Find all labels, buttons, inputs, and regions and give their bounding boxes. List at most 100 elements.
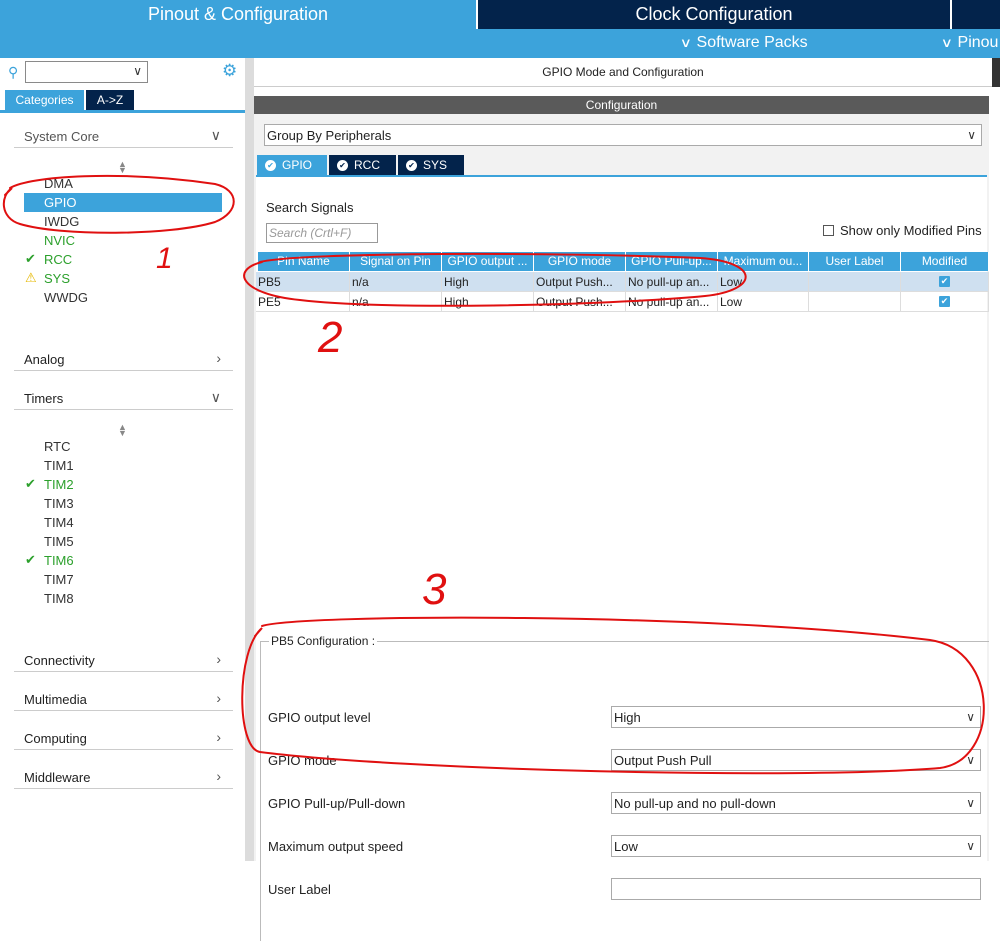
chevron-down-icon: ∨ — [940, 35, 953, 50]
pinout-menu[interactable]: ∨ Pinou — [940, 34, 999, 52]
sort-icon[interactable]: ▲ ▼ — [118, 160, 127, 175]
sidebar-item-rtc[interactable]: RTC — [24, 437, 222, 456]
table-cell: ✔ — [901, 292, 989, 312]
sidebar-item-label: TIM2 — [44, 477, 74, 492]
group-label: Multimedia — [24, 692, 87, 707]
column-header[interactable]: GPIO mode — [534, 252, 626, 271]
table-cell: No pull-up an... — [626, 272, 718, 292]
group-analog[interactable]: Analog › — [14, 349, 233, 371]
tab-sys[interactable]: ✔ SYS — [398, 155, 464, 175]
pb5-config-title: PB5 Configuration : — [269, 634, 378, 648]
panel-splitter[interactable] — [245, 58, 254, 861]
field-value: High — [614, 710, 641, 725]
chevron-right-icon: › — [216, 690, 221, 706]
show-modified-toggle[interactable]: Show only Modified Pins — [823, 223, 982, 238]
chevron-down-icon: ∨ — [210, 389, 221, 405]
group-by-select[interactable]: Group By Peripherals ∨ — [264, 124, 982, 146]
modified-checkbox[interactable]: ✔ — [939, 296, 950, 307]
field-label: GPIO Pull-up/Pull-down — [268, 796, 406, 811]
sidebar-item-gpio[interactable]: GPIO — [24, 193, 222, 212]
top-tab-bar: Pinout & Configuration Clock Configurati… — [0, 0, 1000, 29]
tab-a-z[interactable]: A->Z — [86, 90, 134, 110]
table-cell: High — [442, 292, 534, 312]
sidebar-item-tim6[interactable]: ✔ TIM6 — [24, 551, 222, 570]
column-header[interactable]: Pin Name — [258, 252, 350, 271]
sidebar-item-tim3[interactable]: TIM3 — [24, 494, 222, 513]
column-header[interactable]: Maximum ou... — [718, 252, 809, 271]
tab-rcc[interactable]: ✔ RCC — [329, 155, 396, 175]
field-select[interactable]: High ∨ — [611, 706, 981, 728]
scrollbar[interactable] — [992, 58, 1000, 87]
software-packs-menu[interactable]: ∨ Software Packs — [680, 34, 808, 52]
sidebar-item-label: TIM6 — [44, 553, 74, 568]
sidebar-item-tim7[interactable]: TIM7 — [24, 570, 222, 589]
check-circle-icon: ✔ — [337, 159, 348, 171]
chevron-down-icon: ∨ — [966, 796, 975, 810]
table-cell: No pull-up an... — [626, 292, 718, 312]
sidebar-item-label: TIM1 — [44, 458, 74, 473]
tab-more[interactable] — [952, 0, 1000, 29]
check-icon: ✔ — [25, 552, 36, 567]
sidebar-item-dma[interactable]: DMA — [24, 174, 222, 193]
table-cell: n/a — [350, 292, 442, 312]
pinout-menu-label: Pinou — [957, 34, 999, 51]
gear-icon[interactable]: ⚙ — [222, 61, 237, 81]
tab-label: SYS — [423, 158, 448, 172]
table-row[interactable]: PB5 n/a High Output Push... No pull-up an...… — [256, 272, 989, 292]
table-cell — [809, 272, 901, 292]
column-header[interactable]: User Label — [809, 252, 901, 271]
tab-gpio[interactable]: ✔ GPIO — [257, 155, 327, 175]
table-cell: High — [442, 272, 534, 292]
chevron-right-icon: › — [216, 350, 221, 366]
field-select[interactable]: Output Push Pull ∨ — [611, 749, 981, 771]
tab-pinout-configuration[interactable]: Pinout & Configuration — [0, 0, 476, 29]
group-label: Middleware — [24, 770, 91, 785]
sort-icon[interactable]: ▲ ▼ — [118, 423, 127, 438]
checkbox[interactable] — [823, 225, 834, 236]
sidebar-item-iwdg[interactable]: IWDG — [24, 212, 222, 231]
software-packs-label: Software Packs — [696, 34, 808, 51]
sidebar-item-rcc[interactable]: ✔ RCC — [24, 250, 222, 269]
table-cell — [809, 292, 901, 312]
group-system-core[interactable]: System Core ∨ — [14, 126, 233, 148]
group-timers[interactable]: Timers ∨ — [14, 388, 233, 410]
sidebar-item-label: GPIO — [44, 195, 77, 210]
table-row[interactable]: PE5 n/a High Output Push... No pull-up an...… — [256, 292, 989, 312]
configuration-header: Configuration — [254, 96, 989, 114]
column-header[interactable]: Modified — [901, 252, 989, 271]
sidebar-item-wwdg[interactable]: WWDG — [24, 288, 222, 307]
field-select[interactable]: No pull-up and no pull-down ∨ — [611, 792, 981, 814]
column-header[interactable]: Signal on Pin — [350, 252, 442, 271]
configuration-body: Group By Peripherals ∨ ✔ GPIO ✔ RCC ✔ SYS S… — [254, 114, 989, 941]
categories-panel: ⚲ ∨ ⚙ Categories A->Z System Core ∨ ▲ ▼ A… — [0, 58, 245, 861]
sidebar-item-sys[interactable]: ⚠ SYS — [24, 269, 222, 288]
sidebar-item-tim4[interactable]: TIM4 — [24, 513, 222, 532]
check-circle-icon: ✔ — [406, 159, 417, 171]
tab-categories[interactable]: Categories — [5, 90, 84, 110]
field-select[interactable]: Low ∨ — [611, 835, 981, 857]
field-label: User Label — [268, 882, 331, 897]
column-header[interactable]: GPIO output ... — [442, 252, 534, 271]
modified-checkbox[interactable]: ✔ — [939, 276, 950, 287]
pb5-configuration-group: PB5 Configuration : GPIO output level Hig… — [260, 634, 989, 941]
sidebar-item-label: TIM8 — [44, 591, 74, 606]
sidebar-item-tim5[interactable]: TIM5 — [24, 532, 222, 551]
group-multimedia[interactable]: Multimedia › — [14, 689, 233, 711]
sidebar-item-tim2[interactable]: ✔ TIM2 — [24, 475, 222, 494]
search-signals-input[interactable]: Search (Crtl+F) — [266, 223, 378, 243]
sidebar-item-tim1[interactable]: TIM1 — [24, 456, 222, 475]
sidebar-item-tim8[interactable]: TIM8 — [24, 589, 222, 608]
group-computing[interactable]: Computing › — [14, 728, 233, 750]
category-search-combo[interactable]: ∨ — [25, 61, 148, 83]
chevron-down-icon: ∨ — [966, 839, 975, 853]
group-middleware[interactable]: Middleware › — [14, 767, 233, 789]
group-label: Connectivity — [24, 653, 95, 668]
user-label-input[interactable] — [611, 878, 981, 900]
column-header[interactable]: GPIO Pull-up... — [626, 252, 718, 271]
chevron-right-icon: › — [216, 729, 221, 745]
warning-icon: ⚠ — [25, 270, 37, 285]
group-connectivity[interactable]: Connectivity › — [14, 650, 233, 672]
gpio-tab-content: Search Signals Search (Crtl+F) Show only… — [256, 177, 989, 941]
tab-clock-configuration[interactable]: Clock Configuration — [478, 0, 950, 29]
sidebar-item-nvic[interactable]: NVIC — [24, 231, 222, 250]
